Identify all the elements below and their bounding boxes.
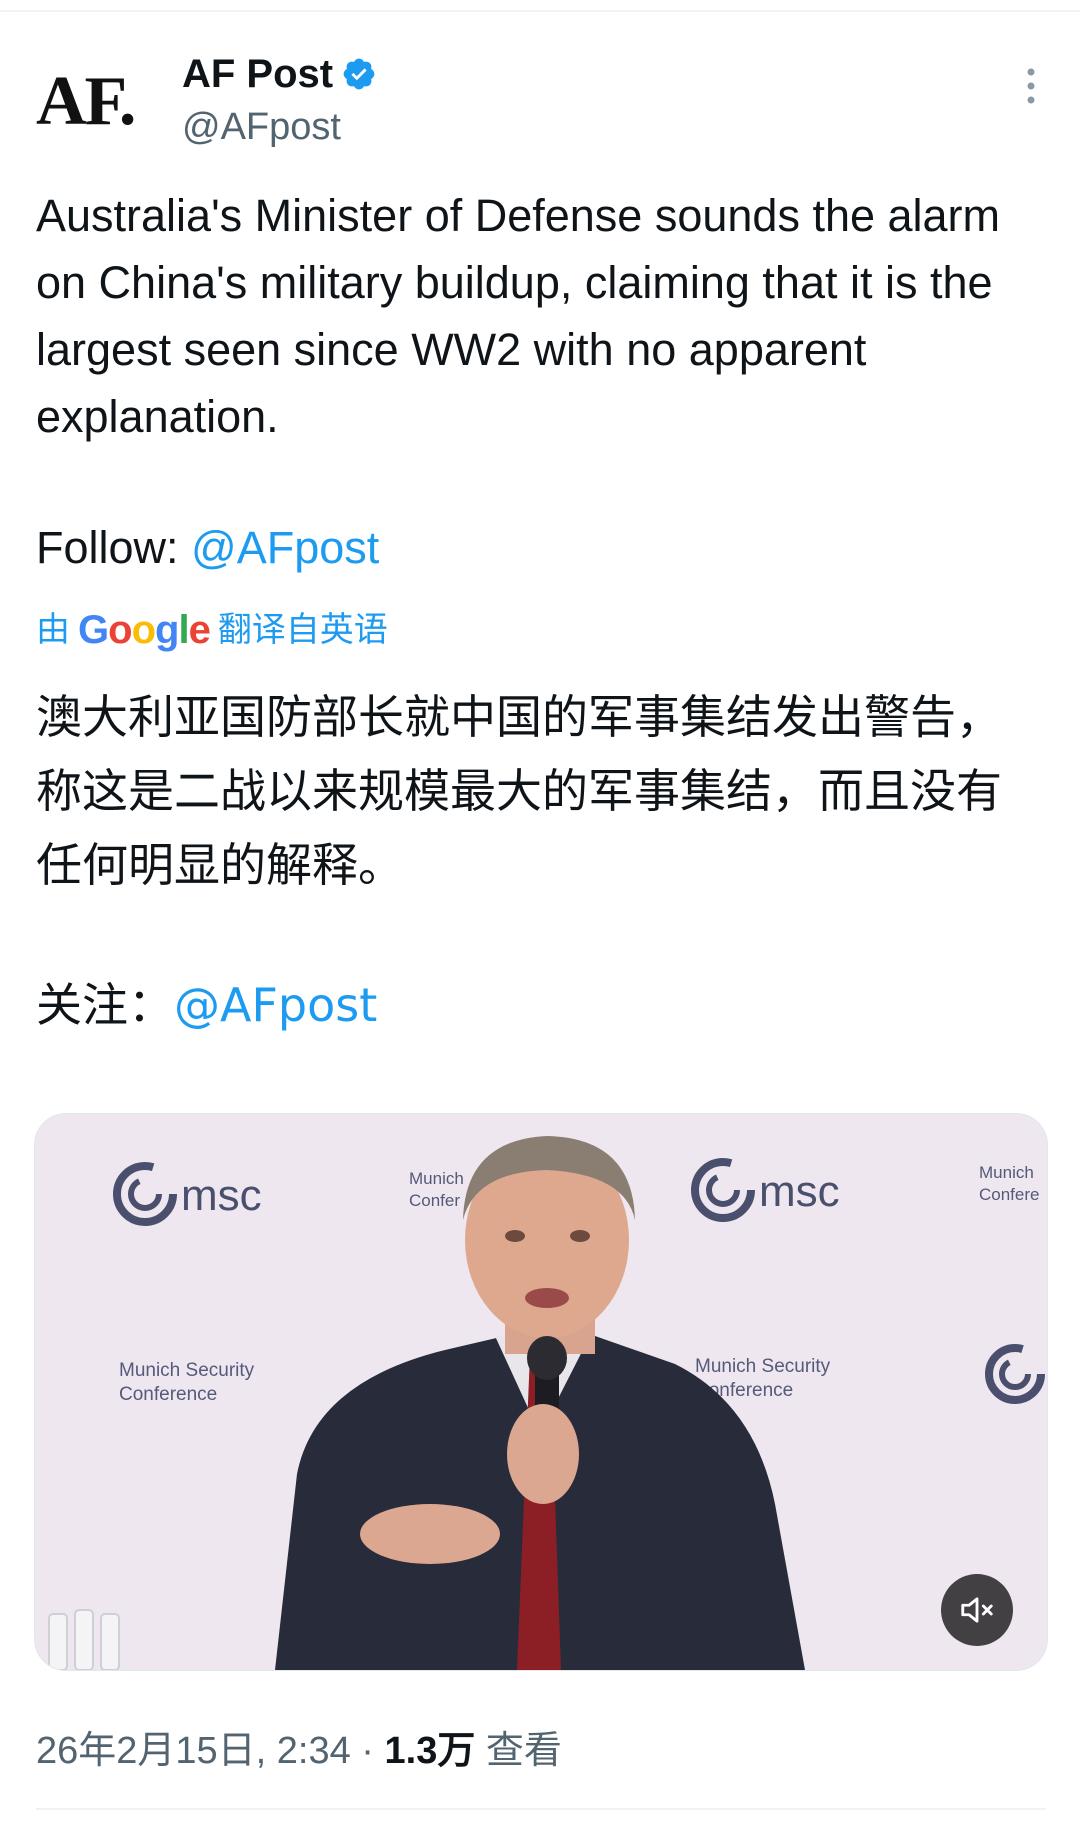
svg-text:Munich Security: Munich Security [695,1356,831,1377]
mute-button[interactable] [941,1574,1013,1646]
translation-suffix: 翻译自英语 [217,611,388,649]
meta-separator: · [350,1730,385,1772]
google-logo: Google [78,608,211,652]
translated-follow-label: 关注： [36,978,174,1032]
handle[interactable]: @AFpost [182,104,341,150]
translated-text: 澳大利亚国防部长就中国的军事集结发出警告，称这是二战以来规模最大的军事集结，而且… [36,690,1002,892]
timestamp[interactable]: 26年2月15日, 2:34 [36,1730,351,1772]
tweet-text: Australia's Minister of Defense sounds t… [36,190,1001,442]
translated-follow-line: 关注：@AFpost [36,970,377,1040]
speaker-muted-icon [961,1597,993,1623]
follow-handle-link[interactable]: @AFpost [191,522,379,573]
display-name[interactable]: AF Post [182,50,333,98]
more-vertical-icon[interactable] [1016,66,1046,106]
tweet-header: AF. AF Post @AFpost [36,44,1046,154]
name-row: AF Post [182,50,377,98]
verified-badge-icon [343,58,375,90]
svg-text:msc: msc [181,1171,262,1220]
follow-line: Follow: @AFpost [36,514,1046,581]
video-frame: msc msc Munich Security Conference Munic… [35,1114,1047,1670]
svg-text:Confer: Confer [409,1191,460,1210]
tweet-meta: 26年2月15日, 2:34 · 1.3万 查看 [36,1726,562,1776]
svg-text:Munich: Munich [979,1163,1034,1182]
svg-text:Conference: Conference [119,1384,217,1405]
water-bottles [48,1609,120,1670]
translated-follow-handle-link[interactable]: @AFpost [174,978,377,1032]
video-player[interactable]: msc msc Munich Security Conference Munic… [34,1113,1048,1671]
svg-text:Confere: Confere [979,1185,1039,1204]
svg-text:Munich: Munich [409,1169,464,1188]
top-divider [0,10,1080,12]
translation-prefix: 由 [36,611,70,649]
svg-text:msc: msc [759,1167,840,1216]
bottom-divider [36,1808,1046,1810]
views-label: 查看 [475,1730,562,1772]
svg-text:Munich Security: Munich Security [119,1360,255,1381]
view-count[interactable]: 1.3万 [385,1730,476,1772]
follow-label: Follow: [36,522,192,573]
translation-attribution[interactable]: 由 Google 翻译自英语 [36,606,388,654]
avatar[interactable]: AF. [36,62,156,142]
